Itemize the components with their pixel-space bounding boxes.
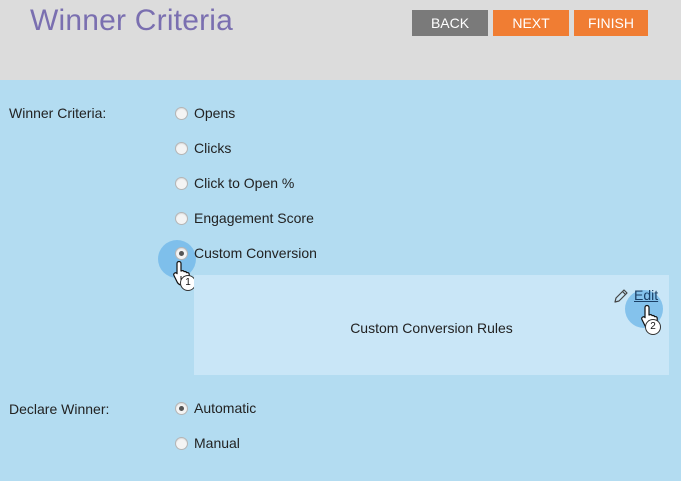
finish-button[interactable]: FINISH xyxy=(574,10,648,36)
radio-button[interactable] xyxy=(175,106,188,120)
custom-conversion-rules-text: Custom Conversion Rules xyxy=(350,320,513,336)
custom-conversion-panel: Custom Conversion Rules xyxy=(194,275,669,375)
radio-label-automatic: Automatic xyxy=(194,400,257,416)
edit-link[interactable]: Edit xyxy=(634,287,658,303)
radio-label-manual: Manual xyxy=(194,435,240,451)
winner-criteria-label: Winner Criteria: xyxy=(9,105,107,121)
radio-label-custom-conversion: Custom Conversion xyxy=(194,245,317,261)
radio-button-selected[interactable] xyxy=(175,246,188,260)
header-bar: Winner Criteria BACK NEXT FINISH xyxy=(0,0,681,80)
step-2-badge: 2 xyxy=(645,319,661,335)
radio-button[interactable] xyxy=(175,211,188,225)
back-button[interactable]: BACK xyxy=(412,10,488,36)
radio-button[interactable] xyxy=(175,141,188,155)
radio-manual[interactable]: Manual xyxy=(175,433,240,453)
radio-opens[interactable]: Opens xyxy=(175,103,235,123)
radio-clicks[interactable]: Clicks xyxy=(175,138,231,158)
declare-winner-label: Declare Winner: xyxy=(9,401,110,417)
radio-click-to-open[interactable]: Click to Open % xyxy=(175,173,294,193)
radio-custom-conversion[interactable]: Custom Conversion xyxy=(175,243,317,263)
radio-button-selected[interactable] xyxy=(175,401,188,415)
radio-label-click-to-open: Click to Open % xyxy=(194,175,295,191)
page-title: Winner Criteria xyxy=(30,4,234,37)
radio-engagement-score[interactable]: Engagement Score xyxy=(175,208,314,228)
next-button[interactable]: NEXT xyxy=(493,10,569,36)
radio-automatic[interactable]: Automatic xyxy=(175,398,256,418)
radio-label-engagement-score: Engagement Score xyxy=(194,210,314,226)
radio-label-opens: Opens xyxy=(194,105,236,121)
radio-label-clicks: Clicks xyxy=(194,140,232,156)
radio-button[interactable] xyxy=(175,436,188,450)
radio-button[interactable] xyxy=(175,176,188,190)
